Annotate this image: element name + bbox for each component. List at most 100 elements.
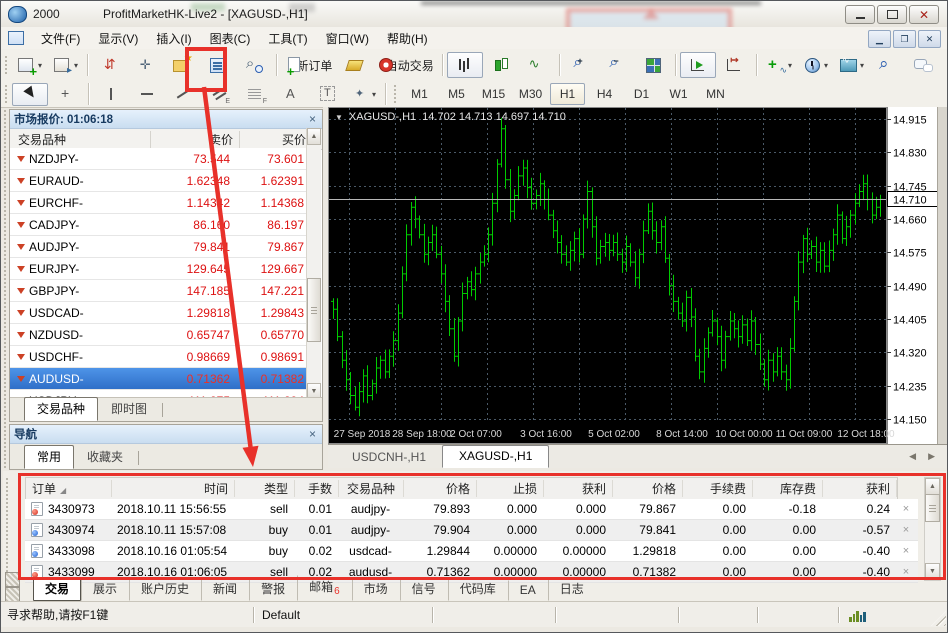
terminal-tab-市场[interactable]: 市场	[351, 577, 400, 601]
search-button[interactable]	[869, 52, 905, 78]
chart-plot-background[interactable]	[328, 107, 887, 444]
docked-panel-icon[interactable]	[5, 587, 20, 602]
terminal-column-header-1[interactable]: 时间	[112, 480, 235, 497]
navigator-header-bar[interactable]: 导航 ×	[10, 425, 322, 444]
profiles-button[interactable]: ▾	[47, 52, 83, 78]
terminal-tab-日志[interactable]: 日志	[547, 577, 596, 601]
periods-button[interactable]: ▾	[797, 52, 833, 78]
dock-grip[interactable]	[3, 109, 8, 469]
terminal-tab-邮箱[interactable]: 邮箱6	[297, 574, 352, 601]
menu-item-F[interactable]: 文件(F)	[32, 27, 89, 50]
terminal-tab-交易[interactable]: 交易	[33, 577, 82, 601]
toolbar-grip[interactable]	[4, 55, 9, 75]
tab-tick-chart[interactable]: 即时图	[98, 397, 160, 421]
column-symbol[interactable]: 交易品种	[10, 130, 151, 148]
market-watch-toggle-button[interactable]	[92, 52, 128, 78]
terminal-tab-警报[interactable]: 警报	[249, 577, 297, 601]
terminal-column-header-6[interactable]: 止损	[477, 480, 544, 497]
zoom-out-button[interactable]	[599, 52, 635, 78]
scroll-up-icon[interactable]: ▲	[925, 478, 940, 495]
terminal-column-header-5[interactable]: 价格	[404, 480, 477, 497]
timeframe-MN[interactable]: MN	[698, 83, 733, 105]
chart-tab-xagusd[interactable]: XAGUSD-,H1	[442, 445, 550, 468]
trendline-tool-button[interactable]	[165, 83, 201, 106]
new-chart-button[interactable]: ▾	[11, 52, 47, 78]
close-order-icon[interactable]: ×	[896, 524, 916, 536]
mdi-minimize-button[interactable]: ▁	[868, 30, 891, 48]
terminal-tab-账户历史[interactable]: 账户历史	[129, 577, 201, 601]
terminal-tab-代码库[interactable]: 代码库	[447, 577, 508, 601]
fibonacci-tool-button[interactable]	[237, 83, 273, 106]
auto-scroll-button[interactable]	[680, 52, 717, 78]
order-row-3430974[interactable]: 3430974 2018.10.11 15:57:08 buy 0.01 audjpy-…	[25, 520, 918, 541]
menu-item-W[interactable]: 窗口(W)	[317, 27, 378, 50]
minimize-button[interactable]	[845, 5, 875, 24]
scrollbar-thumb[interactable]	[925, 494, 940, 522]
chart-tab-usdcnh[interactable]: USDCNH-,H1	[336, 447, 442, 468]
close-order-icon[interactable]: ×	[896, 566, 916, 578]
strategy-tester-button[interactable]	[236, 52, 272, 78]
bar-chart-mode-button[interactable]	[446, 52, 483, 78]
terminal-column-header-9[interactable]: 手续费	[683, 480, 753, 497]
mdi-close-button[interactable]: ✕	[918, 30, 941, 48]
market-watch-header-bar[interactable]: 市场报价: 01:06:18 ×	[10, 110, 322, 129]
menu-item-T[interactable]: 工具(T)	[259, 27, 316, 50]
order-row-3430973[interactable]: 3430973 2018.10.11 15:56:55 sell 0.01 audjpy…	[25, 499, 918, 520]
terminal-column-header-10[interactable]: 库存费	[753, 480, 823, 497]
dock-grip[interactable]	[5, 477, 10, 572]
market-watch-row-GBPJPY[interactable]: GBPJPY- 147.185 147.221	[10, 280, 309, 302]
menu-item-C[interactable]: 图表(C)	[201, 27, 260, 50]
chart-object-dropdown-icon[interactable]: ▼	[335, 113, 343, 122]
terminal-column-header-11[interactable]: 获利	[823, 480, 897, 497]
maximize-button[interactable]	[877, 5, 907, 24]
market-watch-row-NZDJPY[interactable]: NZDJPY- 73.544 73.601	[10, 148, 309, 170]
terminal-column-header-8[interactable]: 价格	[613, 480, 683, 497]
tile-windows-button[interactable]	[635, 52, 671, 78]
status-profile[interactable]: Default	[256, 608, 430, 622]
market-watch-column-header[interactable]: 交易品种 卖价 买价	[10, 129, 322, 150]
timeframe-M15[interactable]: M15	[476, 83, 511, 105]
market-watch-row-AUDJPY[interactable]: AUDJPY- 79.841 79.867	[10, 236, 309, 258]
terminal-column-header-3[interactable]: 手数	[295, 480, 339, 497]
terminal-tab-展示[interactable]: 展示	[81, 577, 129, 601]
close-icon[interactable]: ×	[307, 428, 318, 440]
docked-panel-icon[interactable]	[5, 572, 20, 587]
tab-symbols[interactable]: 交易品种	[24, 397, 99, 421]
text-tool-button[interactable]	[273, 83, 309, 106]
timeframe-M1[interactable]: M1	[402, 83, 437, 105]
text-label-tool-button[interactable]	[309, 83, 345, 106]
price-chart-svg[interactable]: 14.91514.83014.74514.66014.57514.49014.4…	[328, 107, 948, 444]
order-row-3433098[interactable]: 3433098 2018.10.16 01:05:54 buy 0.02 usdcad-…	[25, 541, 918, 562]
market-watch-row-NZDUSD[interactable]: NZDUSD- 0.65747 0.65770	[10, 324, 309, 346]
timeframe-H1[interactable]: H1	[550, 83, 585, 105]
menu-item-H[interactable]: 帮助(H)	[378, 27, 437, 50]
market-watch-scrollbar[interactable]: ▲ ▼	[306, 128, 321, 400]
resize-grip[interactable]	[931, 611, 946, 626]
indicators-button[interactable]: ▾	[761, 52, 797, 78]
cursor-tool-button[interactable]	[12, 82, 48, 106]
scrollbar-thumb[interactable]	[307, 278, 321, 342]
market-watch-row-EURJPY[interactable]: EURJPY- 129.645 129.667	[10, 258, 309, 280]
terminal-column-header-7[interactable]: 获利	[544, 480, 613, 497]
data-window-button[interactable]	[128, 52, 164, 78]
mdi-restore-button[interactable]: ❐	[893, 30, 916, 48]
terminal-column-header-2[interactable]: 类型	[235, 480, 295, 497]
horizontal-line-tool-button[interactable]	[129, 83, 165, 106]
tab-common[interactable]: 常用	[24, 445, 75, 469]
terminal-column-header-4[interactable]: 交易品种	[339, 480, 404, 497]
column-bid[interactable]: 卖价	[151, 130, 240, 148]
scroll-up-icon[interactable]: ▲	[307, 128, 321, 145]
navigator-toggle-button[interactable]	[164, 52, 200, 78]
timeframe-W1[interactable]: W1	[661, 83, 696, 105]
market-watch-row-AUDUSD[interactable]: AUDUSD- 0.71362 0.71382	[10, 368, 309, 390]
market-watch-row-USDCAD[interactable]: USDCAD- 1.29818 1.29843	[10, 302, 309, 324]
close-button[interactable]: ✕	[909, 5, 939, 24]
menu-item-I[interactable]: 插入(I)	[147, 27, 200, 50]
terminal-toggle-button[interactable]	[200, 52, 236, 78]
tab-favorites[interactable]: 收藏夹	[74, 445, 136, 469]
line-chart-mode-button[interactable]	[519, 52, 555, 78]
tab-scroll-right-icon[interactable]: ▶	[928, 451, 935, 462]
timeframe-H4[interactable]: H4	[587, 83, 622, 105]
templates-button[interactable]: ▾	[833, 52, 869, 78]
terminal-tab-信号[interactable]: 信号	[399, 577, 448, 601]
